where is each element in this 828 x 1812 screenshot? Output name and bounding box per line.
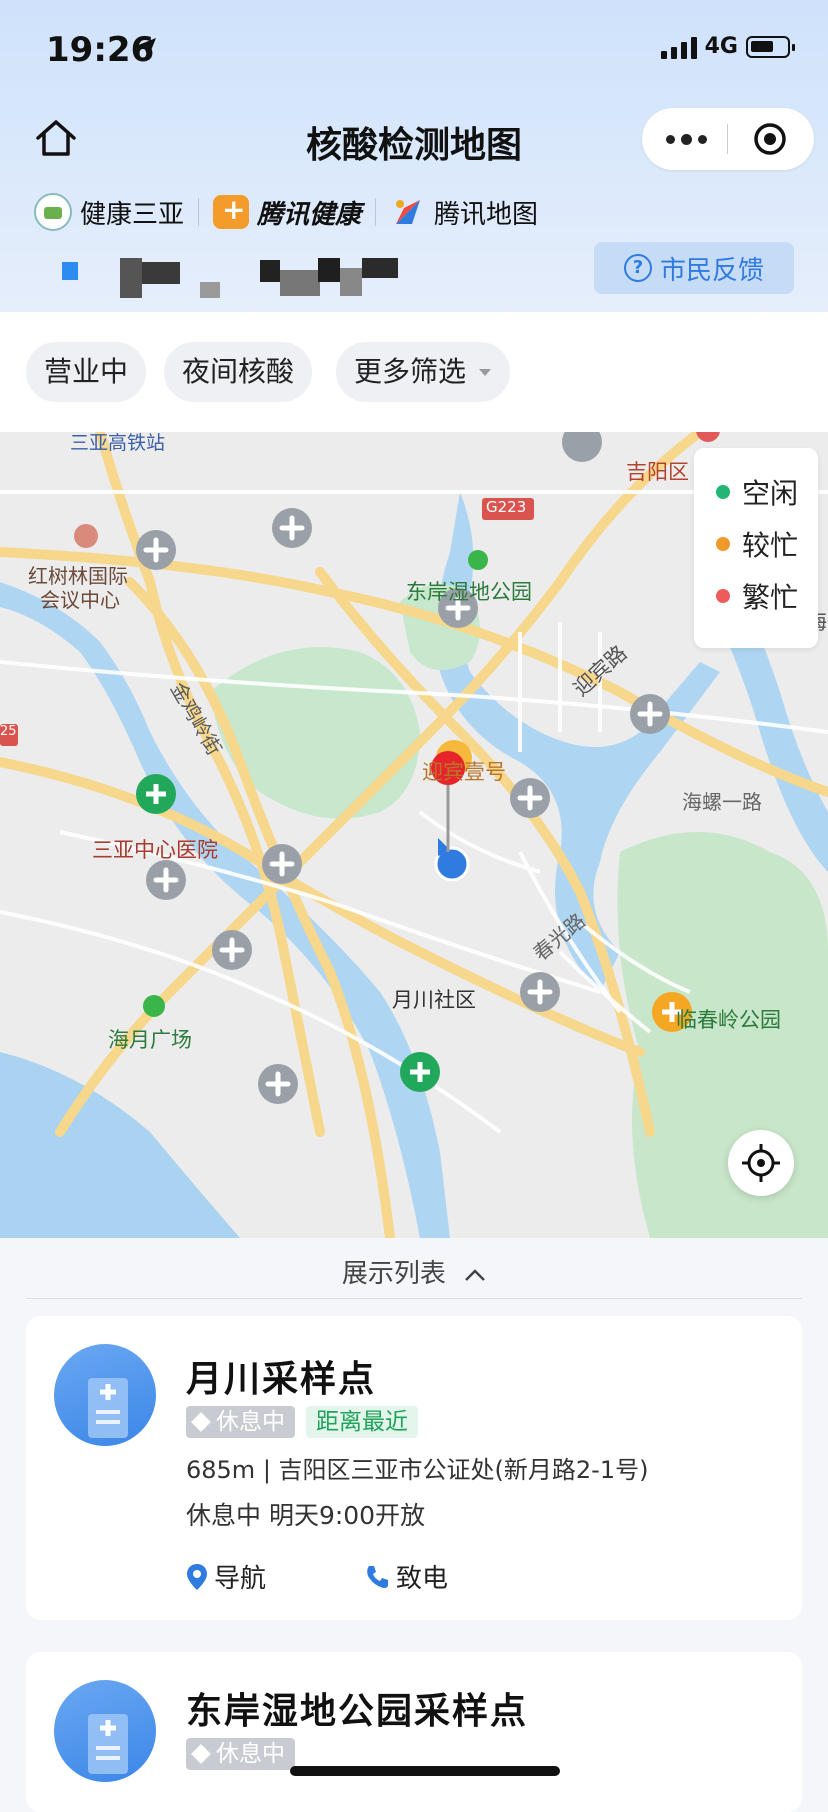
battery-icon: [746, 35, 795, 58]
brand-label: 健康三亚: [80, 199, 185, 230]
map-label-linchun: 临春岭公园: [676, 1008, 781, 1032]
brand-tencent-map: 腾讯地图: [390, 194, 538, 231]
brand-label: 腾讯地图: [434, 199, 539, 230]
map-label-yingbin-one: 迎宾壹号: [422, 760, 506, 784]
map-label-hailuo: 海螺一路: [682, 790, 762, 814]
clinic-icon: [88, 1378, 128, 1438]
miniprogram-capsule: [642, 108, 814, 170]
show-list-toggle[interactable]: 展示列表: [0, 1253, 828, 1290]
map-label-hospital: 三亚中心医院: [92, 838, 218, 862]
site-title: 月川采样点: [186, 1359, 377, 1400]
map-label-yuechuan: 月川社区: [392, 988, 476, 1012]
map-label-highway: G223: [486, 498, 527, 516]
signal-icon: [660, 35, 697, 59]
site-title: 东岸湿地公园采样点: [186, 1691, 529, 1732]
brand-row: 健康三亚 腾讯健康 腾讯地图: [34, 192, 538, 232]
crosshair-icon: [742, 1144, 780, 1182]
site-address: 685m | 吉阳区三亚市公证处(新月路2-1号): [186, 1456, 649, 1484]
map-label-haiyue: 海月广场: [108, 1028, 192, 1052]
site-avatar: [54, 1344, 156, 1446]
chevron-up-icon: [465, 1268, 486, 1281]
header: 19:26 4G 核酸检测地图 健康三亚 腾讯健康: [0, 0, 828, 312]
testing-site-card[interactable]: 月川采样点 休息中 距离最近 685m | 吉阳区三亚市公证处(新月路2-1号)…: [26, 1316, 802, 1620]
feedback-label: 市民反馈: [659, 255, 764, 286]
filter-open-now[interactable]: 营业中: [26, 342, 147, 402]
call-button[interactable]: 致电: [364, 1558, 448, 1595]
divider: [26, 1298, 802, 1299]
help-icon: ?: [623, 254, 652, 282]
dropdown-arrow-icon: [479, 369, 492, 376]
status-right: 4G: [660, 34, 795, 59]
location-arrow-icon: [136, 38, 156, 58]
more-icon[interactable]: [666, 128, 707, 150]
filter-bar: 营业中 夜间核酸 更多筛选: [0, 312, 828, 432]
brand-tencent-health: 腾讯健康: [213, 193, 362, 231]
navigate-button[interactable]: 导航: [186, 1558, 266, 1595]
network-type: 4G: [704, 34, 738, 59]
status-dot-icon: [716, 537, 730, 551]
legend-item: 空闲: [716, 472, 798, 512]
close-miniprogram-icon[interactable]: [753, 122, 787, 156]
health-sanya-logo-icon: [34, 193, 72, 231]
congestion-legend: 空闲 较忙 繁忙: [694, 448, 818, 648]
site-hours: 休息中 明天9:00开放: [186, 1501, 426, 1530]
site-avatar: [54, 1680, 156, 1782]
clinic-icon: [88, 1714, 128, 1774]
tencent-health-logo-icon: [213, 193, 250, 229]
tencent-map-logo-icon: [396, 200, 421, 224]
home-indicator[interactable]: [290, 1766, 560, 1776]
feedback-button[interactable]: ? 市民反馈: [594, 242, 794, 294]
status-badge: 休息中: [186, 1406, 295, 1438]
filter-night-testing[interactable]: 夜间核酸: [164, 342, 313, 402]
map-label-hongshulin-2: 会议中心: [40, 588, 120, 612]
map-label-district: 吉阳区: [626, 460, 689, 484]
locate-me-button[interactable]: [728, 1130, 794, 1196]
legend-item: 繁忙: [716, 576, 798, 616]
map-label-wetland-park: 东岸湿地公园: [406, 580, 532, 604]
phone-icon: [367, 1565, 388, 1588]
testing-site-card[interactable]: 东岸湿地公园采样点 休息中: [26, 1652, 802, 1812]
filter-more[interactable]: 更多筛选: [336, 342, 511, 402]
location-pin-icon: [187, 1563, 207, 1590]
status-badge: 休息中: [186, 1738, 295, 1770]
nearest-badge: 距离最近: [306, 1406, 418, 1438]
status-dot-icon: [716, 485, 730, 499]
map-label-station: 三亚高铁站: [70, 432, 166, 454]
brand-health-sanya: 健康三亚: [34, 193, 184, 231]
status-dot-icon: [716, 589, 730, 603]
legend-item: 较忙: [716, 524, 798, 564]
brand-label: 腾讯健康: [257, 199, 362, 230]
map-label-road-number: 25: [0, 724, 17, 739]
